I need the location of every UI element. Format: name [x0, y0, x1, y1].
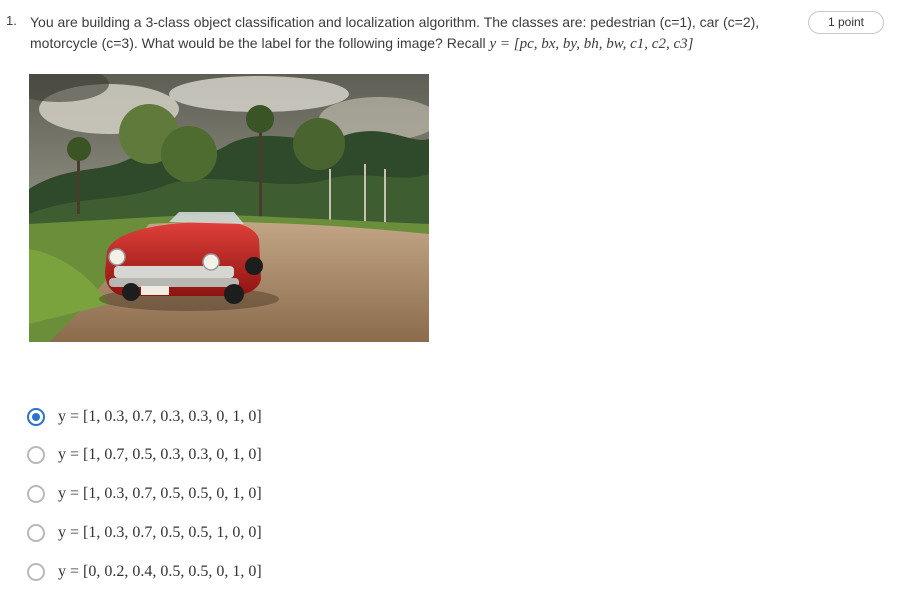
radio-button[interactable]	[27, 563, 45, 581]
option-label: y = [1, 0.7, 0.5, 0.3, 0.3, 0, 1, 0]	[58, 446, 262, 463]
radio-button[interactable]	[27, 524, 45, 542]
question-image	[29, 74, 429, 342]
question-number: 1.	[6, 13, 17, 28]
radio-button[interactable]	[27, 446, 45, 464]
answer-option-2[interactable]: y = [1, 0.7, 0.5, 0.3, 0.3, 0, 1, 0]	[27, 443, 262, 467]
option-label: y = [1, 0.3, 0.7, 0.3, 0.3, 0, 1, 0]	[58, 408, 262, 425]
answer-option-3[interactable]: y = [1, 0.3, 0.7, 0.5, 0.5, 0, 1, 0]	[27, 482, 262, 506]
option-label: y = [1, 0.3, 0.7, 0.5, 0.5, 0, 1, 0]	[58, 485, 262, 502]
answer-option-1[interactable]: y = [1, 0.3, 0.7, 0.3, 0.3, 0, 1, 0]	[27, 405, 262, 429]
answer-option-4[interactable]: y = [1, 0.3, 0.7, 0.5, 0.5, 1, 0, 0]	[27, 521, 262, 545]
question-text: You are building a 3-class object classi…	[30, 12, 770, 55]
points-badge: 1 point	[808, 11, 884, 34]
radio-button[interactable]	[27, 485, 45, 503]
option-label: y = [1, 0.3, 0.7, 0.5, 0.5, 1, 0, 0]	[58, 524, 262, 541]
recall-formula: y = [pc, bx, by, bh, bw, c1, c2, c3]	[489, 36, 694, 52]
radio-button[interactable]	[27, 408, 45, 426]
answer-option-5[interactable]: y = [0, 0.2, 0.4, 0.5, 0.5, 0, 1, 0]	[27, 560, 262, 584]
option-label: y = [0, 0.2, 0.4, 0.5, 0.5, 0, 1, 0]	[58, 563, 262, 580]
